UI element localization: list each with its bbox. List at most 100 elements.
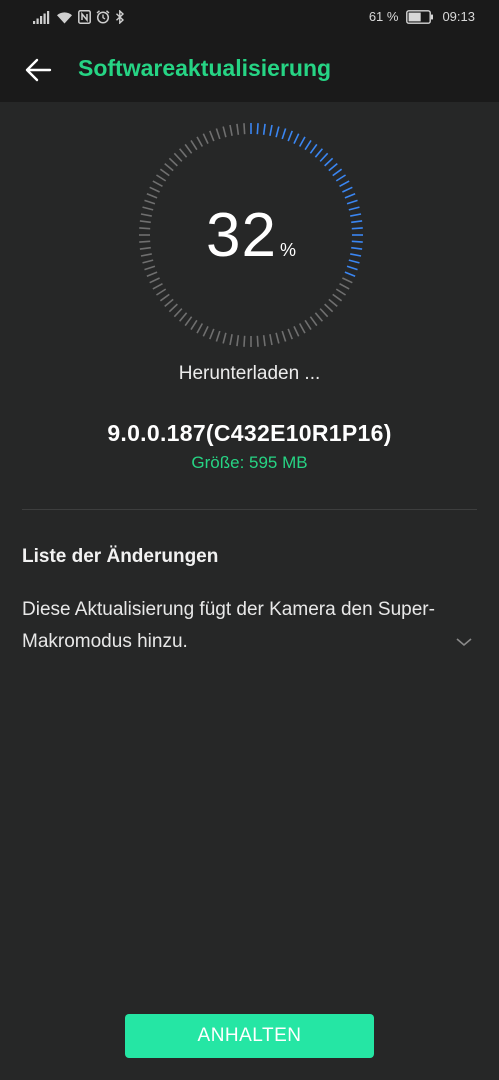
progress-tick-pending xyxy=(309,316,318,327)
progress-tick-pending xyxy=(342,277,353,284)
progress-tick-pending xyxy=(156,174,167,182)
version-number: 9.0.0.187(C432E10R1P16) xyxy=(107,420,392,446)
progress-tick-pending xyxy=(335,288,346,296)
progress-tick-pending xyxy=(184,143,193,154)
status-icons xyxy=(33,10,125,24)
progress-tick-done xyxy=(332,168,343,177)
progress-tick-pending xyxy=(229,334,233,346)
wifi-icon xyxy=(57,11,72,23)
pause-button[interactable]: ANHALTEN xyxy=(125,1014,374,1058)
back-button[interactable] xyxy=(18,50,58,90)
progress-tick-pending xyxy=(146,271,158,277)
changelog-text: Diese Aktualisierung fügt der Kamera den… xyxy=(22,599,435,652)
progress-tick-pending xyxy=(209,130,215,142)
progress-tick-pending xyxy=(173,152,183,162)
progress-percentage: 32% xyxy=(138,200,364,271)
update-size: Größe: 595 MB xyxy=(191,453,308,472)
progress-tick-pending xyxy=(328,298,338,308)
progress-tick-pending xyxy=(215,330,221,342)
progress-tick-pending xyxy=(332,293,343,302)
progress-tick-pending xyxy=(168,157,178,167)
alarm-icon xyxy=(96,10,110,24)
progress-tick-pending xyxy=(159,168,170,177)
progress-tick-pending xyxy=(281,330,287,342)
progress-tick-pending xyxy=(293,326,300,337)
progress-tick-done xyxy=(335,174,346,182)
progress-tick-pending xyxy=(156,288,167,296)
progress-tick-pending xyxy=(190,319,198,330)
progress-tick-done xyxy=(293,133,300,144)
progress-tick-pending xyxy=(243,335,246,347)
progress-tick-done xyxy=(324,157,334,167)
status-bar: 61 % 09:13 xyxy=(0,0,499,36)
progress-tick-done xyxy=(304,140,312,151)
progress-tick-pending xyxy=(149,186,160,193)
progress-tick-pending xyxy=(269,334,273,346)
progress-tick-pending xyxy=(243,123,246,135)
progress-tick-pending xyxy=(215,128,221,140)
progress-tick-pending xyxy=(149,277,160,284)
progress-tick-pending xyxy=(152,180,163,188)
progress-tick-done xyxy=(339,180,350,188)
battery-icon xyxy=(406,9,434,24)
progress-tick-pending xyxy=(209,328,215,340)
signal-icon xyxy=(33,10,50,24)
app-bar: Softwareaktualisierung xyxy=(0,36,499,102)
progress-tick-pending xyxy=(222,332,227,344)
progress-tick-pending xyxy=(184,316,193,327)
progress-tick-pending xyxy=(262,335,266,347)
progress-tick-pending xyxy=(304,319,312,330)
progress-tick-pending xyxy=(196,323,204,334)
progress-tick-pending xyxy=(173,308,183,318)
screen: 61 % 09:13 Softwareaktualisierung 32% He… xyxy=(0,0,499,1080)
progress-tick-pending xyxy=(164,162,174,172)
progress-tick-pending xyxy=(275,332,280,344)
progress-tick-done xyxy=(344,271,356,277)
progress-tick-pending xyxy=(168,303,178,313)
progress-tick-pending xyxy=(319,308,329,318)
progress-tick-done xyxy=(342,186,353,193)
progress-tick-pending xyxy=(222,126,227,138)
download-status: Herunterladen ... xyxy=(178,363,321,384)
progress-tick-pending xyxy=(229,124,233,136)
progress-tick-pending xyxy=(287,328,293,340)
progress-tick-pending xyxy=(202,326,209,337)
progress-tick-done xyxy=(281,128,287,140)
progress-tick-done xyxy=(275,126,280,138)
progress-tick-pending xyxy=(146,193,158,199)
progress-tick-done xyxy=(298,136,306,147)
progress-tick-pending xyxy=(339,282,350,290)
progress-ring: 32% xyxy=(138,122,364,348)
progress-tick-done xyxy=(262,123,266,135)
progress-tick-done xyxy=(344,193,356,199)
progress-tick-pending xyxy=(236,123,240,135)
progress-unit: % xyxy=(279,240,296,260)
bluetooth-icon xyxy=(116,10,125,24)
progress-tick-pending xyxy=(190,140,198,151)
progress-tick-pending xyxy=(178,312,188,322)
progress-tick-done xyxy=(256,123,259,135)
progress-tick-done xyxy=(319,152,329,162)
progress-tick-pending xyxy=(152,282,163,290)
divider xyxy=(22,509,477,510)
arrow-left-icon xyxy=(25,58,52,82)
progress-tick-pending xyxy=(178,148,188,158)
progress-tick-pending xyxy=(159,293,170,302)
progress-tick-pending xyxy=(196,136,204,147)
page-title: Softwareaktualisierung xyxy=(78,55,332,81)
progress-tick-pending xyxy=(298,323,306,334)
clock: 09:13 xyxy=(442,9,475,24)
nfc-icon xyxy=(78,10,91,24)
changelog-heading: Liste der Änderungen xyxy=(22,546,219,567)
battery-percentage: 61 % xyxy=(368,9,399,24)
progress-tick-done xyxy=(309,143,318,154)
progress-tick-pending xyxy=(324,303,334,313)
status-right: 61 % 09:13 xyxy=(369,9,475,24)
progress-tick-done xyxy=(314,148,324,158)
chevron-down-icon[interactable] xyxy=(452,630,476,654)
progress-tick-pending xyxy=(314,312,324,322)
progress-tick-pending xyxy=(256,335,259,347)
progress-tick-done xyxy=(287,130,293,142)
progress-tick-pending xyxy=(202,133,209,144)
progress-tick-pending xyxy=(164,298,174,308)
